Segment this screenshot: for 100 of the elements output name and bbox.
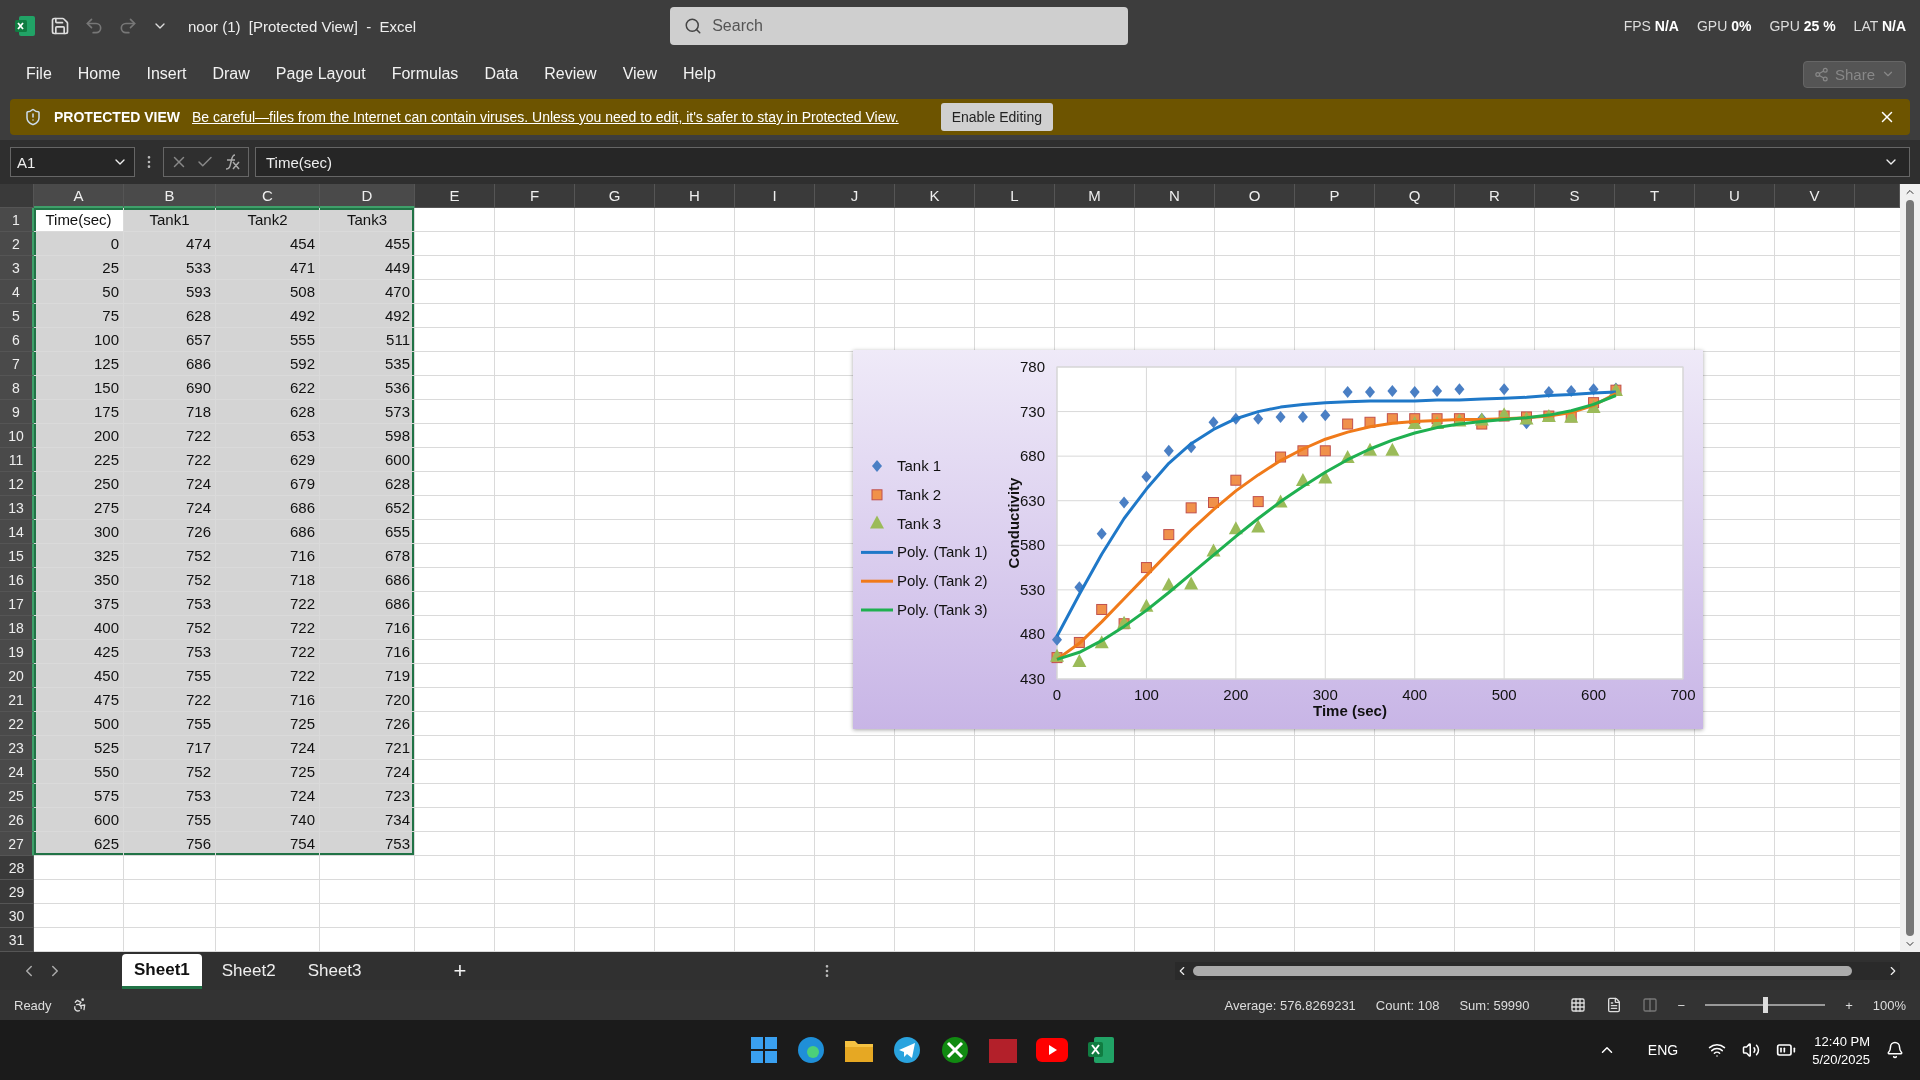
table-cell: 716 — [216, 544, 320, 568]
table-cell: 550 — [34, 760, 124, 784]
overlay-stat: GPU 0% — [1696, 18, 1752, 34]
table-cell: 150 — [34, 376, 124, 400]
table-cell: 600 — [320, 448, 415, 472]
table-cell: 724 — [320, 760, 415, 784]
table-cell: 686 — [216, 496, 320, 520]
table-cell: 722 — [216, 640, 320, 664]
table-cell: 511 — [320, 328, 415, 352]
table-cell: 679 — [216, 472, 320, 496]
status-stat: Average: 576.8269231 — [1224, 997, 1356, 1013]
table-cell: 622 — [216, 376, 320, 400]
table-cell: 752 — [124, 544, 216, 568]
table-cell: 755 — [124, 712, 216, 736]
legend-label: Poly. (Tank 2) — [897, 572, 988, 590]
table-cell: 722 — [124, 424, 216, 448]
x-tick-label: 0 — [1052, 686, 1062, 703]
table-cell: 455 — [320, 232, 415, 256]
table-cell: 653 — [216, 424, 320, 448]
x-tick-label: 100 — [1133, 686, 1159, 703]
table-cell: 755 — [124, 808, 216, 832]
table-cell: 753 — [124, 640, 216, 664]
table-cell: 734 — [320, 808, 415, 832]
table-cell: 450 — [34, 664, 124, 688]
table-cell: 0 — [34, 232, 124, 256]
y-tick-label: 630 — [1019, 491, 1045, 509]
table-cell: 225 — [34, 448, 124, 472]
overlay-stat: GPU 25 % — [1769, 18, 1836, 34]
overlay-stat: LAT N/A — [1853, 18, 1906, 34]
legend-label: Tank 2 — [897, 485, 942, 503]
legend-label: Poly. (Tank 3) — [897, 601, 988, 618]
table-cell: 686 — [320, 568, 415, 592]
table-cell: 50 — [34, 280, 124, 304]
table-cell: 686 — [124, 352, 216, 376]
table-cell: 724 — [216, 736, 320, 760]
table-cell: 721 — [320, 736, 415, 760]
table-cell: 716 — [320, 640, 415, 664]
table-cell: 325 — [34, 544, 124, 568]
x-tick-label: 300 — [1312, 686, 1338, 703]
table-cell: 533 — [124, 256, 216, 280]
table-cell: 678 — [320, 544, 415, 568]
table-cell: 725 — [216, 712, 320, 736]
table-cell: 722 — [124, 688, 216, 712]
window-title: noor (1) [Protected View] - Excel — [188, 17, 417, 35]
table-cell: 628 — [216, 400, 320, 424]
y-tick-label: 580 — [1019, 536, 1045, 554]
table-cell: 628 — [320, 472, 415, 496]
table-cell: 722 — [216, 664, 320, 688]
table-cell: 726 — [320, 712, 415, 736]
table-cell: 250 — [34, 472, 124, 496]
table-cell: 593 — [124, 280, 216, 304]
table-cell: 628 — [124, 304, 216, 328]
table-cell: Time(sec) — [34, 208, 124, 232]
table-cell: 752 — [124, 568, 216, 592]
table-cell: 25 — [34, 256, 124, 280]
legend-label: Poly. (Tank 1) — [897, 543, 988, 561]
y-tick-label: 680 — [1019, 447, 1045, 465]
overlay-stat: FPS N/A — [1623, 18, 1679, 34]
table-cell: 722 — [124, 448, 216, 472]
table-cell: 508 — [216, 280, 320, 304]
status-mode: Ready — [14, 997, 52, 1013]
table-cell: 454 — [216, 232, 320, 256]
table-cell: 375 — [34, 592, 124, 616]
table-cell: 716 — [320, 616, 415, 640]
table-cell: 718 — [124, 400, 216, 424]
status-stat: Count: 108 — [1375, 997, 1440, 1013]
table-cell: 300 — [34, 520, 124, 544]
table-cell: 755 — [124, 664, 216, 688]
table-cell: 722 — [216, 616, 320, 640]
y-axis-title: Conductivity — [1005, 477, 1022, 569]
table-cell: 470 — [320, 280, 415, 304]
table-cell: 652 — [320, 496, 415, 520]
x-tick-label: 600 — [1581, 686, 1607, 703]
table-cell: 724 — [216, 784, 320, 808]
table-cell: 125 — [34, 352, 124, 376]
x-tick-label: 500 — [1491, 686, 1517, 703]
table-cell: 555 — [216, 328, 320, 352]
table-cell: 722 — [216, 592, 320, 616]
legend-label: Tank 1 — [897, 457, 942, 474]
table-cell: 690 — [124, 376, 216, 400]
table-cell: 500 — [34, 712, 124, 736]
table-cell: 200 — [34, 424, 124, 448]
table-cell: 753 — [320, 832, 415, 856]
table-cell: 275 — [34, 496, 124, 520]
y-tick-label: 430 — [1019, 670, 1045, 687]
table-cell: 400 — [34, 616, 124, 640]
table-cell: 471 — [216, 256, 320, 280]
table-cell: 725 — [216, 760, 320, 784]
table-cell: 525 — [34, 736, 124, 760]
table-cell: Tank2 — [216, 208, 320, 232]
table-cell: 717 — [124, 736, 216, 760]
y-tick-label: 530 — [1019, 580, 1045, 598]
table-cell: 350 — [34, 568, 124, 592]
table-cell: 629 — [216, 448, 320, 472]
table-cell: 449 — [320, 256, 415, 280]
x-tick-label: 700 — [1670, 686, 1696, 703]
table-cell: 657 — [124, 328, 216, 352]
table-cell: 724 — [124, 472, 216, 496]
table-cell: 598 — [320, 424, 415, 448]
x-axis-title: Time (sec) — [1313, 702, 1387, 719]
